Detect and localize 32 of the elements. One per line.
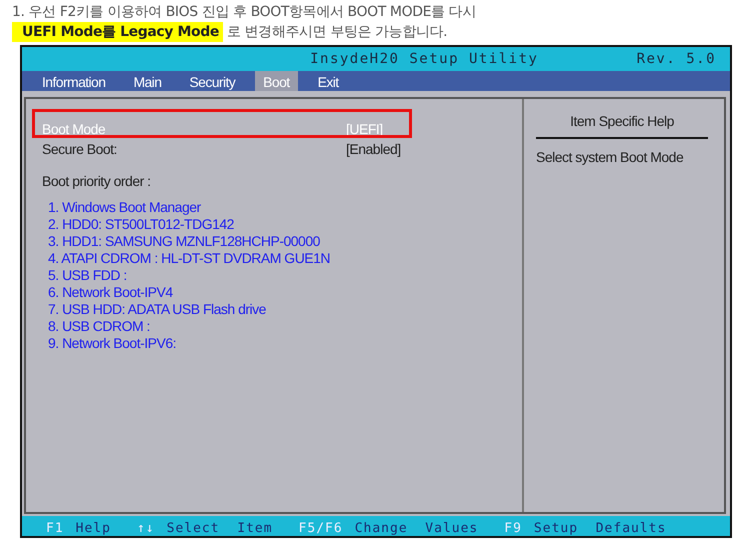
boot-device-item[interactable]: 1. Windows Boot Manager xyxy=(48,199,522,215)
boot-device-item[interactable]: 2. HDD0: ST500LT012-TDG142 xyxy=(48,216,522,232)
boot-device-item[interactable]: 6. Network Boot-IPV4 xyxy=(48,284,522,300)
menu-tab[interactable]: Information xyxy=(34,71,114,91)
menu-tab[interactable]: Boot xyxy=(255,71,298,91)
key-action: Change Values xyxy=(354,521,478,536)
menu-tab[interactable]: Exit xyxy=(310,71,347,91)
revision-label: Rev. 5.0 xyxy=(636,51,717,67)
menu-tab[interactable]: Security xyxy=(181,71,244,91)
key-label: F9 xyxy=(504,521,522,536)
instruction-text: 로 변경해주시면 부팅은 가능합니다. xyxy=(226,23,448,42)
setting-value[interactable]: [Enabled] xyxy=(346,141,401,157)
key-action: Help xyxy=(76,521,111,536)
instruction-text: 1. 우선 F2키를 이용하여 BIOS 진입 후 BOOT항목에서 BOOT MODE를 다시 xyxy=(12,3,477,22)
setting-label[interactable]: Secure Boot: xyxy=(42,141,346,157)
boot-device-item[interactable]: 7. USB HDD: ADATA USB Flash drive xyxy=(48,301,522,317)
help-title: Item Specific Help xyxy=(536,113,708,139)
boot-device-item[interactable]: 4. ATAPI CDROM : HL-DT-ST DVDRAM GUE1N xyxy=(48,250,522,266)
key-label: F1 xyxy=(46,521,64,536)
menu-tab[interactable]: Main xyxy=(125,71,170,91)
key-action: Setup Defaults xyxy=(534,521,666,536)
bios-title: InsydeH20 Setup Utility xyxy=(309,51,540,67)
key-action: Select Item xyxy=(166,521,273,536)
help-text: Select system Boot Mode xyxy=(536,149,684,165)
key-label: ↑↓ xyxy=(136,521,155,536)
boot-device-item[interactable]: 9. Network Boot-IPV6: xyxy=(48,335,522,351)
boot-device-item[interactable]: 5. USB FDD : xyxy=(48,267,522,283)
section-heading: Boot priority order : xyxy=(42,173,152,189)
boot-device-item[interactable]: 8. USB CDROM : xyxy=(48,318,522,334)
highlighted-text: UEFI Mode를 Legacy Mode xyxy=(12,22,223,42)
boot-device-item[interactable]: 3. HDD1: SAMSUNG MZNLF128HCHP-00000 xyxy=(48,233,522,249)
key-label: F5/F6 xyxy=(298,521,343,536)
